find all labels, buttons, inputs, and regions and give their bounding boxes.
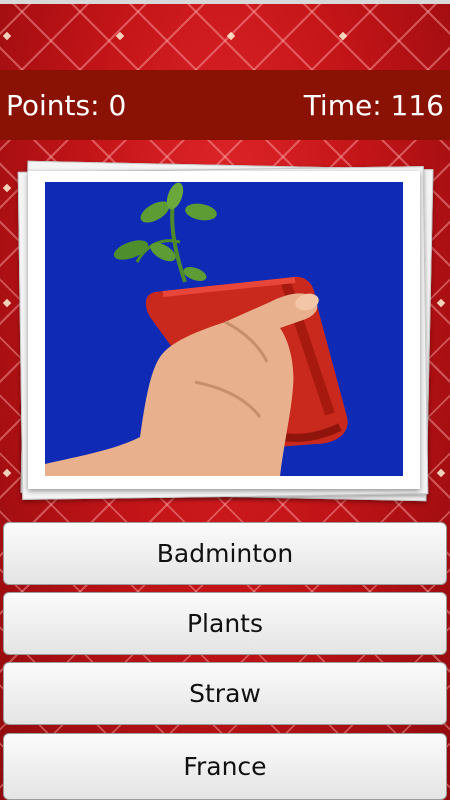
sparkle-decoration: [436, 468, 446, 478]
sparkle-decoration: [2, 31, 12, 41]
question-image: [45, 182, 403, 476]
status-strip: [0, 0, 450, 4]
sparkle-decoration: [115, 31, 125, 41]
points-label: Points: 0: [6, 88, 127, 122]
sparkle-decoration: [2, 183, 12, 193]
hand-holding-plant-pot-icon: [45, 182, 403, 476]
answer-button-4[interactable]: France: [3, 733, 447, 800]
score-bar: Points: 0 Time: 116: [0, 70, 450, 140]
answer-button-1[interactable]: Badminton: [3, 522, 447, 585]
sparkle-decoration: [2, 468, 12, 478]
answer-button-2[interactable]: Plants: [3, 592, 447, 655]
sparkle-decoration: [226, 31, 236, 41]
time-label: Time: 116: [303, 88, 444, 122]
sparkle-decoration: [436, 298, 446, 308]
sparkle-decoration: [338, 31, 348, 41]
question-photo-card: [17, 160, 434, 502]
sparkle-decoration: [2, 298, 12, 308]
answer-button-3[interactable]: Straw: [3, 662, 447, 725]
photo-card-front: [28, 171, 420, 489]
